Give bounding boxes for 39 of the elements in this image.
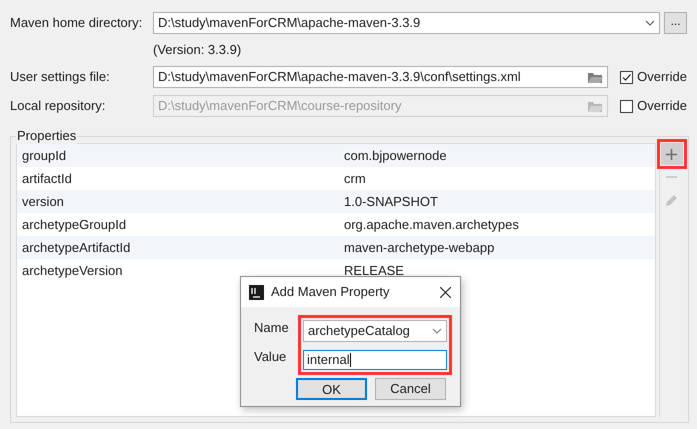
field-label: Maven home directory:	[10, 14, 144, 32]
chevron-down-icon	[432, 328, 442, 334]
group-title: Properties	[16, 128, 78, 144]
name-combobox[interactable]: archetypeCatalog	[303, 320, 447, 342]
override-label: Override	[637, 97, 687, 116]
property-value-cell-text: 1.0-SNAPSHOT	[344, 192, 438, 211]
property-value-cell-text: maven-archetype-webapp	[344, 238, 494, 257]
close-icon[interactable]	[440, 286, 451, 298]
app-logo-icon	[249, 284, 264, 300]
property-name-cell-text: archetypeVersion	[21, 262, 124, 280]
property-name-cell-text: groupId	[21, 146, 68, 165]
property-name-cell-text: version	[21, 192, 65, 211]
dialog-button[interactable]: Cancel	[375, 378, 446, 400]
property-value-cell-text: crm	[344, 170, 366, 188]
property-name-cell-text: archetypeArtifactId	[21, 238, 132, 257]
field-label: Name	[254, 320, 290, 336]
property-value-cell-text: org.apache.maven.archetypes	[344, 216, 519, 234]
browse-button[interactable]: ...	[664, 12, 687, 34]
field-label: Value	[254, 349, 288, 365]
folder-icon[interactable]	[587, 70, 604, 84]
chevron-down-icon	[645, 20, 656, 26]
override-label: Override	[637, 68, 687, 86]
maven-home-combobox[interactable]: D:\study\mavenForCRM\apache-maven-3.3.9	[153, 12, 660, 34]
property-value-cell-text: RELEASE	[344, 262, 404, 280]
version-text: (Version: 3.3.9)	[153, 41, 242, 60]
field-label: User settings file:	[10, 68, 111, 86]
path-field[interactable]: D:\study\mavenForCRM\apache-maven-3.3.9\conf\settings.xml	[153, 66, 608, 88]
add-button[interactable]	[660, 143, 682, 165]
dialog-title: Add Maven Property	[271, 283, 391, 302]
pencil-icon	[665, 194, 678, 206]
value-input[interactable]: internal	[303, 350, 447, 370]
plus-icon	[666, 148, 677, 160]
dialog-button[interactable]: OK	[296, 378, 367, 400]
property-value-cell-text: com.bjpowernode	[344, 146, 447, 165]
property-name-cell-text: artifactId	[21, 170, 73, 188]
property-name-cell-text: archetypeGroupId	[21, 216, 128, 234]
minus-icon	[666, 176, 677, 178]
field-label: Local repository:	[10, 97, 106, 116]
override-checkbox[interactable]	[620, 70, 634, 84]
